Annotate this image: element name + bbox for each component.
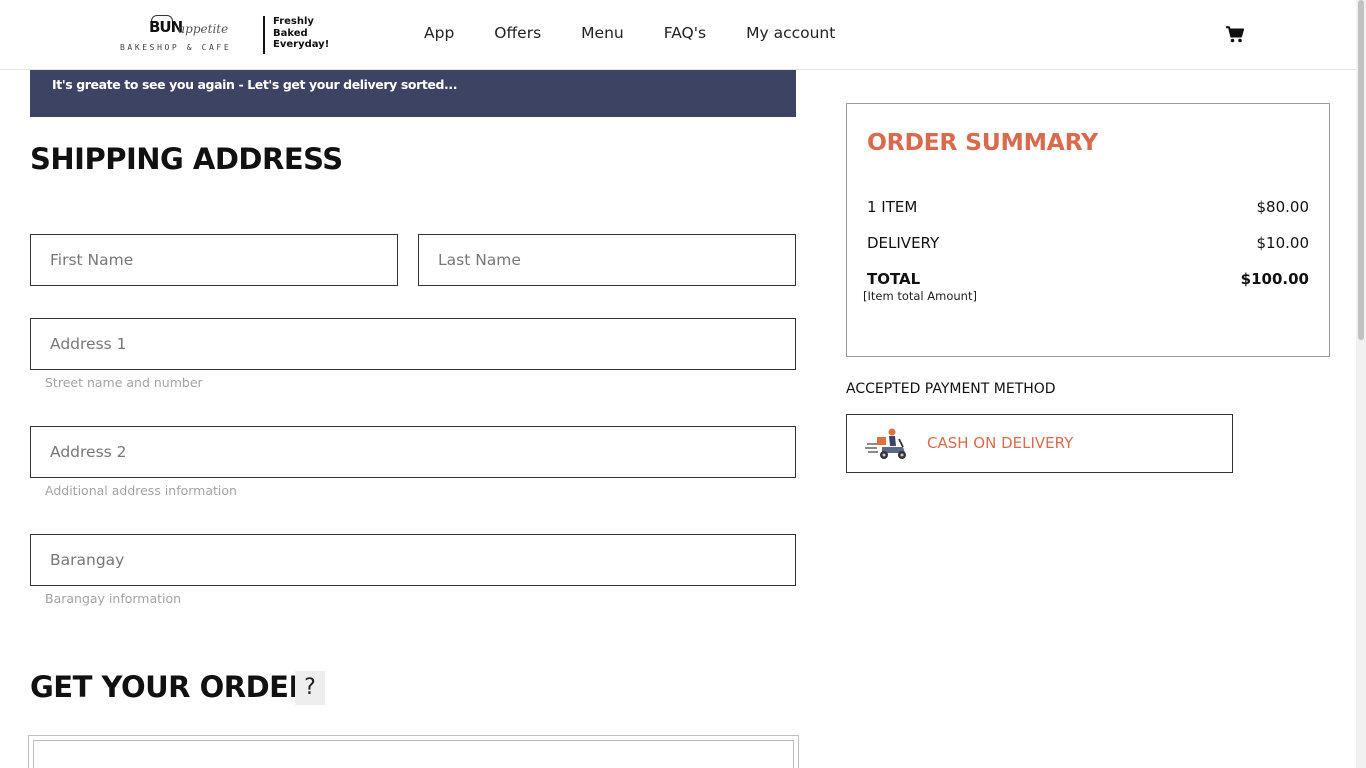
- delivery-scooter-icon: [865, 427, 909, 461]
- logo-divider: [263, 16, 265, 54]
- barangay-hint: Barangay information: [45, 591, 182, 606]
- page-scrollbar[interactable]: [1356, 0, 1366, 768]
- welcome-banner-text: It's greate to see you again - Let's get…: [52, 77, 458, 92]
- cash-on-delivery-label: CASH ON DELIVERY: [927, 434, 1074, 452]
- shopping-cart-icon[interactable]: [1226, 26, 1244, 43]
- summary-delivery-label: DELIVERY: [867, 234, 940, 252]
- summary-total-label: TOTAL: [867, 270, 921, 288]
- address2-field[interactable]: [30, 426, 796, 478]
- welcome-banner: It's greate to see you again - Let's get…: [30, 70, 796, 117]
- address2-input[interactable]: [31, 427, 795, 477]
- scrollbar-thumb[interactable]: [1358, 0, 1364, 340]
- logo-wordmark: BUN appetite BAKESHOP & CAFE: [118, 14, 260, 56]
- order-summary-title: ORDER SUMMARY: [867, 128, 1098, 156]
- nav-item-my-account[interactable]: My account: [746, 24, 835, 42]
- brand-logo[interactable]: BUN appetite BAKESHOP & CAFE Freshly Bak…: [118, 14, 333, 56]
- summary-items-row: 1 ITEM $80.00: [867, 198, 1309, 220]
- logo-tagline: Freshly Baked Everyday!: [273, 16, 343, 51]
- order-options-inner: [33, 740, 794, 768]
- summary-items-label: 1 ITEM: [867, 198, 918, 216]
- first-name-field[interactable]: [30, 234, 398, 286]
- order-options-box: [28, 735, 799, 768]
- address2-hint: Additional address information: [45, 483, 237, 498]
- nav-item-menu[interactable]: Menu: [581, 24, 624, 42]
- first-name-input[interactable]: [31, 235, 397, 285]
- last-name-input[interactable]: [419, 235, 795, 285]
- address1-field[interactable]: [30, 318, 796, 370]
- get-your-order-title: GET YOUR ORDER: [30, 670, 311, 704]
- tagline-line-2: Baked: [273, 27, 308, 39]
- summary-delivery-value: $10.00: [1256, 234, 1310, 252]
- barangay-input[interactable]: [31, 535, 795, 585]
- shipping-address-title: SHIPPING ADDRESS: [30, 142, 343, 176]
- address1-input[interactable]: [31, 319, 795, 369]
- main-nav: App Offers Menu FAQ's My account: [424, 24, 835, 42]
- nav-item-app[interactable]: App: [424, 24, 454, 42]
- summary-delivery-row: DELIVERY $10.00: [867, 234, 1309, 256]
- tagline-line-3: Everyday!: [273, 39, 330, 50]
- summary-items-value: $80.00: [1256, 198, 1310, 216]
- summary-total-value: $100.00: [1240, 270, 1309, 288]
- tagline-line-1: Freshly: [273, 16, 314, 27]
- site-header: BUN appetite BAKESHOP & CAFE Freshly Bak…: [0, 0, 1356, 70]
- logo-subtitle: BAKESHOP & CAFE: [120, 43, 232, 52]
- barangay-field[interactable]: [30, 534, 796, 586]
- nav-item-offers[interactable]: Offers: [494, 24, 541, 42]
- cash-on-delivery-option[interactable]: CASH ON DELIVERY: [846, 414, 1233, 473]
- summary-total-note: [Item total Amount]: [863, 289, 977, 303]
- logo-name-script: appetite: [178, 22, 229, 36]
- address1-hint: Street name and number: [45, 375, 203, 390]
- last-name-field[interactable]: [418, 234, 796, 286]
- get-order-help-button[interactable]: ?: [295, 671, 325, 705]
- order-summary-panel: ORDER SUMMARY 1 ITEM $80.00 DELIVERY $10…: [846, 103, 1330, 357]
- payment-method-heading: ACCEPTED PAYMENT METHOD: [846, 381, 1056, 397]
- nav-item-faqs[interactable]: FAQ's: [664, 24, 706, 42]
